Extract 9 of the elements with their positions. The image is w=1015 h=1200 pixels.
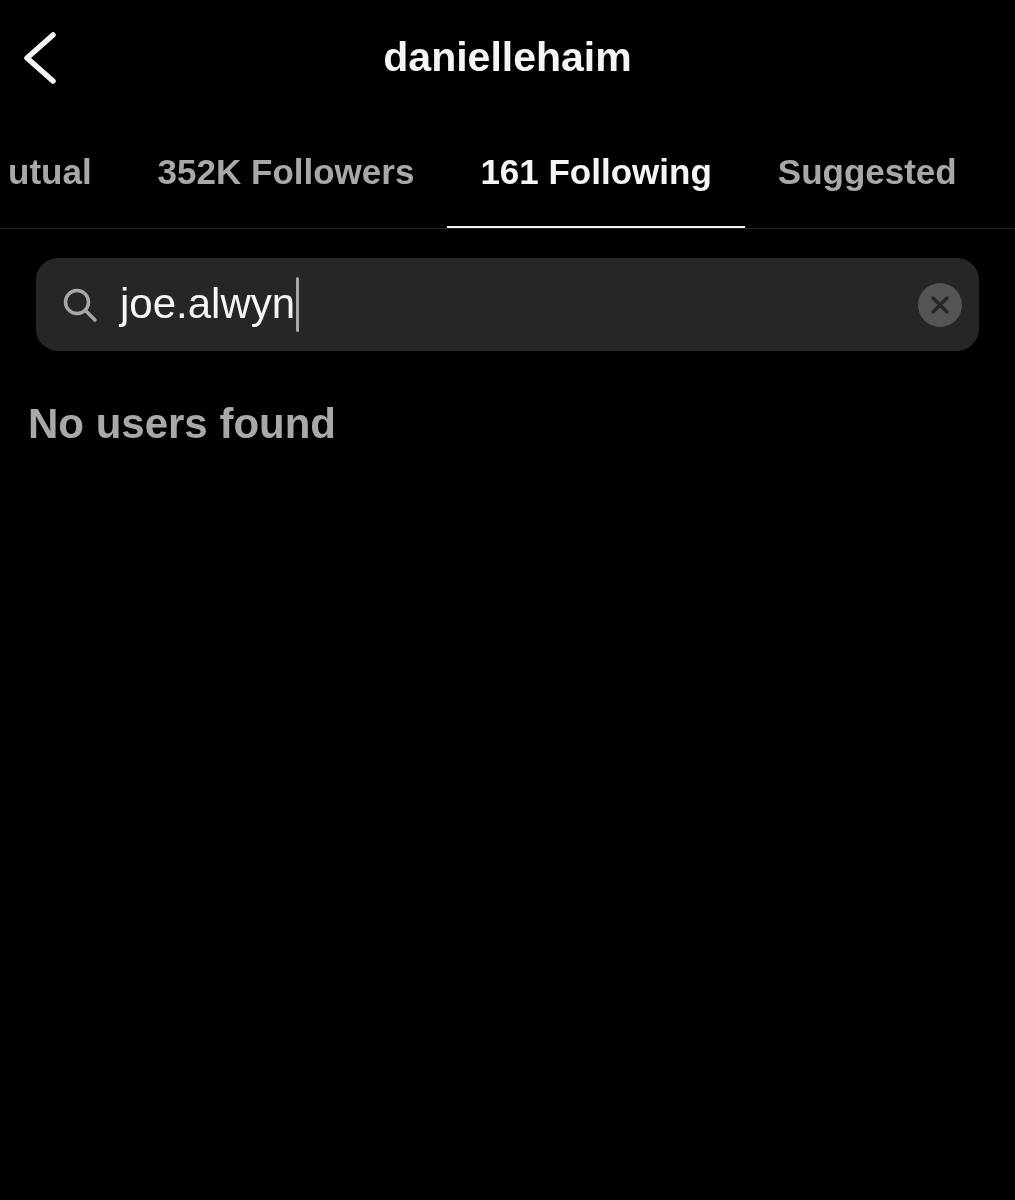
- empty-results-message: No users found: [28, 399, 336, 449]
- tab[interactable]: Suggested: [744, 116, 990, 228]
- tab[interactable]: 352K Followers: [124, 116, 448, 228]
- search-field[interactable]: joe.alwyn: [36, 258, 979, 351]
- close-icon: [918, 282, 962, 327]
- search-icon: [62, 286, 98, 323]
- username-title: daniellehaim: [383, 33, 632, 83]
- tab[interactable]: utual: [0, 116, 125, 228]
- tab[interactable]: 161 Following: [447, 116, 745, 228]
